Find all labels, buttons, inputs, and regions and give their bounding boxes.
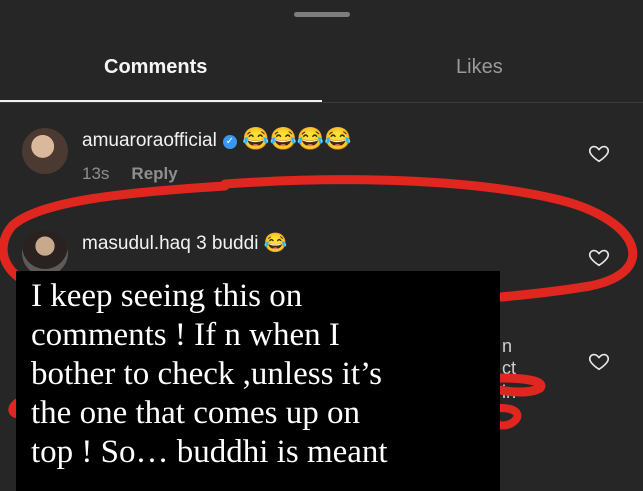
overlay-text-note: I keep seeing this on comments ! If n wh…: [16, 271, 500, 491]
hidden-comment-fragment: ct: [502, 358, 517, 378]
tab-bar: Comments Likes: [0, 38, 643, 102]
heart-icon[interactable]: [588, 246, 610, 268]
comment-row: amuaroraofficial ✓ 😂😂😂😂: [82, 126, 352, 152]
comment-timestamp: 13s: [82, 164, 110, 183]
tab-likes[interactable]: Likes: [456, 56, 503, 79]
tab-comments[interactable]: Comments: [104, 56, 207, 79]
verified-badge-icon: ✓: [222, 135, 237, 149]
comment-row: masudul.haq 3 buddi 😂: [82, 231, 287, 255]
heart-icon[interactable]: [588, 350, 610, 372]
drag-handle[interactable]: [294, 12, 350, 17]
comment-text: 3 buddi 😂: [196, 233, 288, 254]
comment-username[interactable]: amuaroraofficial: [82, 130, 217, 151]
comment-username[interactable]: masudul.haq: [82, 233, 191, 254]
heart-icon[interactable]: [588, 142, 610, 164]
comment-text: 😂😂😂😂: [242, 126, 352, 151]
hidden-comment-fragment: n: [502, 336, 513, 356]
avatar[interactable]: [22, 230, 68, 276]
reply-button[interactable]: Reply: [131, 164, 177, 183]
comment-meta: 13s Reply: [82, 164, 178, 184]
hidden-comment-fragment: in: [502, 382, 517, 402]
divider: [0, 102, 643, 103]
avatar[interactable]: [22, 128, 68, 174]
